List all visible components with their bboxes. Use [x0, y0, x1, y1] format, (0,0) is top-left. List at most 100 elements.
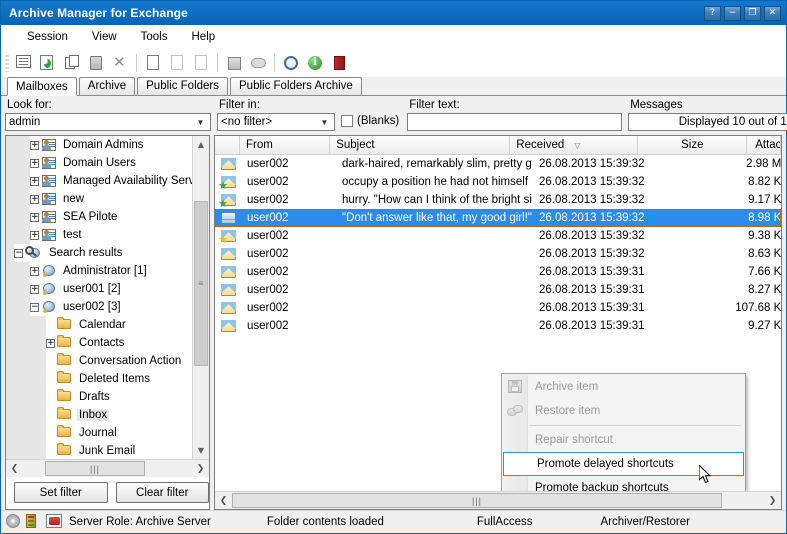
context-menu[interactable]: Archive itemRestore itemRepair shortcutP…	[501, 373, 746, 491]
scroll-left-icon[interactable]: ❮	[6, 460, 23, 477]
tree-expander-expand-icon[interactable]: +	[30, 141, 39, 150]
blanks-checkbox-group[interactable]: (Blanks)	[341, 115, 399, 127]
message-row[interactable]: user00226.08.2013 15:39:317.66 KB	[215, 263, 781, 281]
list-scroll-right-icon[interactable]: ❯	[764, 492, 781, 509]
tab-archive[interactable]: Archive	[79, 77, 135, 95]
look-for-combo[interactable]: admin ▼	[5, 113, 211, 131]
blanks-checkbox[interactable]	[341, 115, 353, 127]
restore-document-icon[interactable]	[190, 52, 212, 74]
tree-node-junk-email[interactable]: Junk Email	[6, 442, 192, 459]
message-row[interactable]: user002"Don't answer like that, my good …	[215, 209, 781, 227]
menu-item-promote-backup-shortcuts[interactable]: Promote backup shortcuts	[502, 476, 745, 491]
tree-node-sea-pilote[interactable]: +SEA Pilote	[6, 208, 192, 226]
tree-node-journal[interactable]: Journal	[6, 424, 192, 442]
comment-icon[interactable]	[247, 52, 269, 74]
tree-expander-collapse-icon[interactable]: −	[14, 249, 23, 258]
message-list-body[interactable]: user002dark-haired, remarkably slim, pre…	[215, 155, 781, 491]
tree-node-inbox[interactable]: Inbox	[6, 406, 192, 424]
tree-scroll-thumb[interactable]: ≡	[194, 201, 208, 366]
scroll-up-icon[interactable]: ▲	[193, 136, 209, 153]
message-row[interactable]: user002occupy a position he had not hims…	[215, 173, 781, 191]
scroll-right-icon[interactable]: ❯	[192, 460, 209, 477]
tree-node-administrator-1[interactable]: +Administrator [1]	[6, 262, 192, 280]
list-hscroll-thumb[interactable]: |||	[232, 493, 722, 508]
tree-node-calendar[interactable]: Calendar	[6, 316, 192, 334]
properties-icon[interactable]	[13, 52, 35, 74]
tree-hscroll-thumb[interactable]: |||	[45, 461, 145, 476]
info-icon[interactable]: i	[304, 52, 326, 74]
close-button[interactable]: ✕	[764, 6, 781, 21]
tree-expander-expand-icon[interactable]: +	[30, 195, 39, 204]
message-row[interactable]: user00226.08.2013 15:39:329.38 KB	[215, 227, 781, 245]
column-header-received[interactable]: Received ▽	[510, 136, 638, 154]
tree-node-test[interactable]: +test	[6, 226, 192, 244]
paste-icon[interactable]	[85, 52, 107, 74]
list-scroll-left-icon[interactable]: ❮	[215, 492, 232, 509]
filter-in-combo[interactable]: <no filter> ▼	[217, 113, 335, 131]
column-header-attachment[interactable]: Attac	[747, 136, 781, 154]
menu-view[interactable]: View	[80, 29, 129, 45]
tree-expander-expand-icon[interactable]: +	[46, 339, 55, 348]
new-document-icon[interactable]	[142, 52, 164, 74]
tab-public-folders-archive[interactable]: Public Folders Archive	[230, 77, 362, 95]
clear-filter-button[interactable]: Clear filter	[116, 482, 210, 503]
menu-item-promote-delayed-shortcuts[interactable]: Promote delayed shortcuts	[503, 452, 744, 476]
copy-icon[interactable]	[61, 52, 83, 74]
column-header-icon[interactable]	[215, 136, 240, 154]
tree-expander-expand-icon[interactable]: +	[30, 213, 39, 222]
search-icon[interactable]	[280, 52, 302, 74]
tree-expander-expand-icon[interactable]: +	[30, 177, 39, 186]
help-button[interactable]: ?	[704, 6, 721, 21]
tree-horizontal-scrollbar[interactable]: ❮ ||| ❯	[6, 459, 209, 477]
tree-node-managed-availability-serv[interactable]: +Managed Availability Serv	[6, 172, 192, 190]
tree-node-user001-2[interactable]: +user001 [2]	[6, 280, 192, 298]
tree-node-domain-admins[interactable]: +Domain Admins	[6, 136, 192, 154]
tree-scroll-track[interactable]: ≡	[193, 153, 209, 442]
save-icon[interactable]	[223, 52, 245, 74]
tree-node-search-results[interactable]: −Search results	[6, 244, 192, 262]
message-row[interactable]: user002dark-haired, remarkably slim, pre…	[215, 155, 781, 173]
list-hscroll-track[interactable]: |||	[232, 492, 764, 509]
message-row[interactable]: user00226.08.2013 15:39:318.27 KB	[215, 281, 781, 299]
refresh-icon[interactable]	[37, 52, 59, 74]
menu-help[interactable]: Help	[180, 29, 228, 45]
list-horizontal-scrollbar[interactable]: ❮ ||| ❯	[215, 491, 781, 509]
filter-text-input[interactable]	[407, 113, 622, 131]
tree-node-deleted-items[interactable]: Deleted Items	[6, 370, 192, 388]
chevron-down-icon[interactable]: ▼	[317, 114, 332, 130]
maximize-button[interactable]: ❐	[744, 6, 761, 21]
tree-expander-expand-icon[interactable]: +	[30, 267, 39, 276]
tree-node-contacts[interactable]: +Contacts	[6, 334, 192, 352]
tree-node-conversation-action[interactable]: Conversation Action	[6, 352, 192, 370]
delete-icon[interactable]: ✕	[109, 52, 131, 74]
chevron-down-icon[interactable]: ▼	[193, 114, 208, 130]
tree-expander-expand-icon[interactable]: +	[30, 231, 39, 240]
tab-mailboxes[interactable]: Mailboxes	[7, 77, 77, 96]
message-row[interactable]: user00226.08.2013 15:39:31107.68 KB	[215, 299, 781, 317]
tree-hscroll-track[interactable]: |||	[23, 460, 192, 477]
column-header-subject[interactable]: Subject	[330, 136, 510, 154]
tree-node-drafts[interactable]: Drafts	[6, 388, 192, 406]
scroll-down-icon[interactable]: ▼	[193, 442, 209, 459]
mailbox-tree[interactable]: +Domain Admins+Domain Users+Managed Avai…	[6, 136, 209, 459]
message-row[interactable]: user002hurry. "How can I think of the br…	[215, 191, 781, 209]
set-filter-button[interactable]: Set filter	[14, 482, 108, 503]
menu-session[interactable]: Session	[15, 29, 80, 45]
book-icon[interactable]	[328, 52, 350, 74]
tree-node-new[interactable]: +new	[6, 190, 192, 208]
minimize-button[interactable]: −	[724, 6, 741, 21]
tab-public-folders[interactable]: Public Folders	[137, 77, 228, 95]
archive-document-icon[interactable]	[166, 52, 188, 74]
tree-node-domain-users[interactable]: +Domain Users	[6, 154, 192, 172]
message-row[interactable]: user00226.08.2013 15:39:328.63 KB	[215, 245, 781, 263]
tree-expander-expand-icon[interactable]: +	[30, 285, 39, 294]
message-row[interactable]: user00226.08.2013 15:39:319.27 KB	[215, 317, 781, 335]
column-header-from[interactable]: From	[240, 136, 330, 154]
column-header-size[interactable]: Size	[638, 136, 747, 154]
menu-tools[interactable]: Tools	[129, 29, 180, 45]
tree-expander-expand-icon[interactable]: +	[30, 159, 39, 168]
toolbar-grip[interactable]	[5, 54, 9, 72]
tree-expander-collapse-icon[interactable]: −	[30, 303, 39, 312]
tree-node-user002-3[interactable]: −user002 [3]	[6, 298, 192, 316]
tree-vertical-scrollbar[interactable]: ▲ ≡ ▼	[192, 136, 209, 459]
